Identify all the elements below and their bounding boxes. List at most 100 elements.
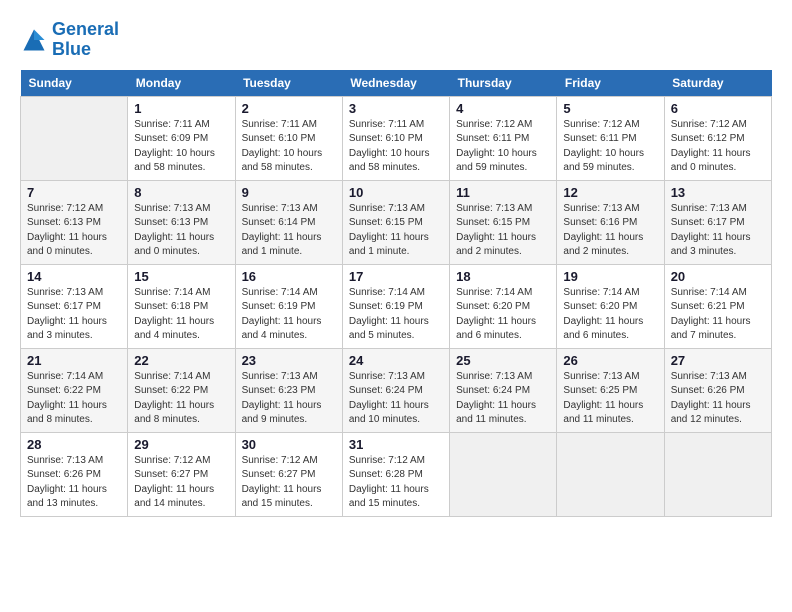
day-number: 15 <box>134 269 228 284</box>
calendar-cell: 28 Sunrise: 7:13 AMSunset: 6:26 PMDayligh… <box>21 432 128 516</box>
calendar-cell <box>664 432 771 516</box>
calendar-cell: 7 Sunrise: 7:12 AMSunset: 6:13 PMDaylight… <box>21 180 128 264</box>
day-number: 24 <box>349 353 443 368</box>
day-number: 13 <box>671 185 765 200</box>
day-number: 30 <box>242 437 336 452</box>
day-number: 26 <box>563 353 657 368</box>
calendar-cell: 17 Sunrise: 7:14 AMSunset: 6:19 PMDayligh… <box>342 264 449 348</box>
header-row: SundayMondayTuesdayWednesdayThursdayFrid… <box>21 70 772 97</box>
calendar-cell: 27Sunrise: 7:13 AMSunset: 6:26 PMDayligh… <box>664 348 771 432</box>
day-number: 12 <box>563 185 657 200</box>
day-header-thursday: Thursday <box>450 70 557 97</box>
calendar-cell: 21 Sunrise: 7:14 AMSunset: 6:22 PMDayligh… <box>21 348 128 432</box>
day-number: 23 <box>242 353 336 368</box>
calendar-cell: 9 Sunrise: 7:13 AMSunset: 6:14 PMDaylight… <box>235 180 342 264</box>
day-header-tuesday: Tuesday <box>235 70 342 97</box>
calendar-cell: 10 Sunrise: 7:13 AMSunset: 6:15 PMDayligh… <box>342 180 449 264</box>
day-info: Sunrise: 7:11 AMSunset: 6:10 PMDaylight:… <box>242 118 336 176</box>
calendar-cell: 30 Sunrise: 7:12 AMSunset: 6:27 PMDayligh… <box>235 432 342 516</box>
day-info: Sunrise: 7:14 AMSunset: 6:19 PMDaylight:… <box>242 286 336 344</box>
day-number: 8 <box>134 185 228 200</box>
day-info: Sunrise: 7:13 AMSunset: 6:17 PMDaylight:… <box>27 286 121 344</box>
day-info: Sunrise: 7:12 AMSunset: 6:27 PMDaylight:… <box>134 454 228 512</box>
calendar-cell: 4 Sunrise: 7:12 AMSunset: 6:11 PMDaylight… <box>450 96 557 180</box>
day-number: 19 <box>563 269 657 284</box>
day-header-friday: Friday <box>557 70 664 97</box>
calendar-cell: 18Sunrise: 7:14 AMSunset: 6:20 PMDayligh… <box>450 264 557 348</box>
day-info: Sunrise: 7:13 AMSunset: 6:26 PMDaylight:… <box>27 454 121 512</box>
day-info: Sunrise: 7:14 AMSunset: 6:22 PMDaylight:… <box>27 370 121 428</box>
day-info: Sunrise: 7:13 AMSunset: 6:23 PMDaylight:… <box>242 370 336 428</box>
day-number: 14 <box>27 269 121 284</box>
week-row-4: 21 Sunrise: 7:14 AMSunset: 6:22 PMDayligh… <box>21 348 772 432</box>
calendar-cell <box>21 96 128 180</box>
day-number: 18 <box>456 269 550 284</box>
day-number: 6 <box>671 101 765 116</box>
calendar-cell <box>557 432 664 516</box>
day-info: Sunrise: 7:13 AMSunset: 6:24 PMDaylight:… <box>349 370 443 428</box>
day-info: Sunrise: 7:12 AMSunset: 6:13 PMDaylight:… <box>27 202 121 260</box>
day-number: 29 <box>134 437 228 452</box>
day-number: 21 <box>27 353 121 368</box>
calendar-cell: 15 Sunrise: 7:14 AMSunset: 6:18 PMDayligh… <box>128 264 235 348</box>
calendar-cell: 11 Sunrise: 7:13 AMSunset: 6:15 PMDayligh… <box>450 180 557 264</box>
calendar-cell: 12Sunrise: 7:13 AMSunset: 6:16 PMDayligh… <box>557 180 664 264</box>
day-info: Sunrise: 7:13 AMSunset: 6:13 PMDaylight:… <box>134 202 228 260</box>
day-info: Sunrise: 7:12 AMSunset: 6:12 PMDaylight:… <box>671 118 765 176</box>
day-number: 25 <box>456 353 550 368</box>
day-number: 17 <box>349 269 443 284</box>
day-number: 3 <box>349 101 443 116</box>
calendar-cell: 29 Sunrise: 7:12 AMSunset: 6:27 PMDayligh… <box>128 432 235 516</box>
day-number: 11 <box>456 185 550 200</box>
calendar-table: SundayMondayTuesdayWednesdayThursdayFrid… <box>20 70 772 517</box>
calendar-cell: 1Sunrise: 7:11 AMSunset: 6:09 PMDaylight… <box>128 96 235 180</box>
day-number: 9 <box>242 185 336 200</box>
calendar-cell: 2 Sunrise: 7:11 AMSunset: 6:10 PMDaylight… <box>235 96 342 180</box>
day-info: Sunrise: 7:12 AMSunset: 6:28 PMDaylight:… <box>349 454 443 512</box>
day-number: 7 <box>27 185 121 200</box>
day-info: Sunrise: 7:12 AMSunset: 6:11 PMDaylight:… <box>456 118 550 176</box>
week-row-2: 7 Sunrise: 7:12 AMSunset: 6:13 PMDaylight… <box>21 180 772 264</box>
week-row-1: 1Sunrise: 7:11 AMSunset: 6:09 PMDaylight… <box>21 96 772 180</box>
page-header: General Blue <box>20 20 772 60</box>
calendar-cell: 24 Sunrise: 7:13 AMSunset: 6:24 PMDayligh… <box>342 348 449 432</box>
day-info: Sunrise: 7:13 AMSunset: 6:25 PMDaylight:… <box>563 370 657 428</box>
day-info: Sunrise: 7:13 AMSunset: 6:15 PMDaylight:… <box>456 202 550 260</box>
day-header-monday: Monday <box>128 70 235 97</box>
logo: General Blue <box>20 20 119 60</box>
day-header-wednesday: Wednesday <box>342 70 449 97</box>
day-number: 20 <box>671 269 765 284</box>
day-number: 28 <box>27 437 121 452</box>
day-number: 2 <box>242 101 336 116</box>
day-number: 10 <box>349 185 443 200</box>
calendar-cell: 6 Sunrise: 7:12 AMSunset: 6:12 PMDaylight… <box>664 96 771 180</box>
day-info: Sunrise: 7:13 AMSunset: 6:24 PMDaylight:… <box>456 370 550 428</box>
calendar-cell: 14 Sunrise: 7:13 AMSunset: 6:17 PMDayligh… <box>21 264 128 348</box>
day-number: 4 <box>456 101 550 116</box>
day-info: Sunrise: 7:12 AMSunset: 6:27 PMDaylight:… <box>242 454 336 512</box>
day-info: Sunrise: 7:13 AMSunset: 6:17 PMDaylight:… <box>671 202 765 260</box>
day-number: 22 <box>134 353 228 368</box>
day-number: 27 <box>671 353 765 368</box>
calendar-cell: 19Sunrise: 7:14 AMSunset: 6:20 PMDayligh… <box>557 264 664 348</box>
day-header-sunday: Sunday <box>21 70 128 97</box>
calendar-cell: 26 Sunrise: 7:13 AMSunset: 6:25 PMDayligh… <box>557 348 664 432</box>
day-info: Sunrise: 7:14 AMSunset: 6:19 PMDaylight:… <box>349 286 443 344</box>
day-info: Sunrise: 7:14 AMSunset: 6:18 PMDaylight:… <box>134 286 228 344</box>
calendar-cell: 8 Sunrise: 7:13 AMSunset: 6:13 PMDaylight… <box>128 180 235 264</box>
calendar-cell: 31 Sunrise: 7:12 AMSunset: 6:28 PMDayligh… <box>342 432 449 516</box>
logo-text: General Blue <box>52 20 119 60</box>
day-info: Sunrise: 7:13 AMSunset: 6:14 PMDaylight:… <box>242 202 336 260</box>
day-info: Sunrise: 7:14 AMSunset: 6:21 PMDaylight:… <box>671 286 765 344</box>
calendar-cell: 25 Sunrise: 7:13 AMSunset: 6:24 PMDayligh… <box>450 348 557 432</box>
day-number: 16 <box>242 269 336 284</box>
calendar-cell: 3 Sunrise: 7:11 AMSunset: 6:10 PMDaylight… <box>342 96 449 180</box>
day-info: Sunrise: 7:11 AMSunset: 6:10 PMDaylight:… <box>349 118 443 176</box>
calendar-cell: 16 Sunrise: 7:14 AMSunset: 6:19 PMDayligh… <box>235 264 342 348</box>
day-info: Sunrise: 7:13 AMSunset: 6:15 PMDaylight:… <box>349 202 443 260</box>
logo-icon <box>20 26 48 54</box>
day-number: 31 <box>349 437 443 452</box>
week-row-3: 14 Sunrise: 7:13 AMSunset: 6:17 PMDayligh… <box>21 264 772 348</box>
week-row-5: 28 Sunrise: 7:13 AMSunset: 6:26 PMDayligh… <box>21 432 772 516</box>
calendar-cell: 23 Sunrise: 7:13 AMSunset: 6:23 PMDayligh… <box>235 348 342 432</box>
